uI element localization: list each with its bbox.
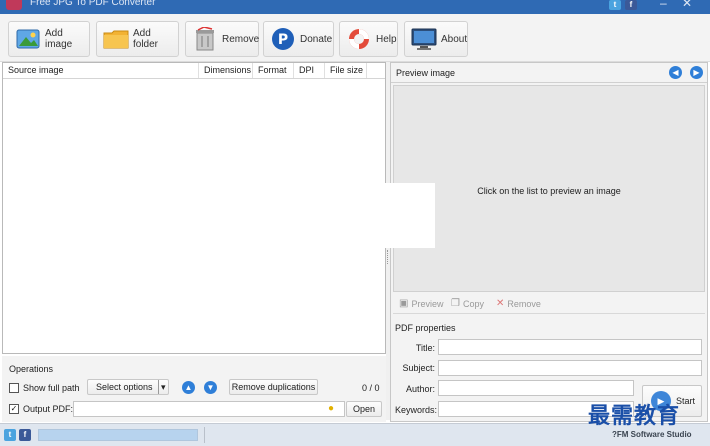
open-button[interactable]: Open xyxy=(346,401,382,417)
svg-text:P: P xyxy=(278,32,288,48)
show-full-path-checkbox[interactable] xyxy=(9,383,19,393)
preview-heading: Preview image xyxy=(396,68,456,78)
paypal-icon: P xyxy=(270,26,296,52)
move-down-button[interactable]: ▼ xyxy=(204,381,217,394)
pdf-properties-heading: PDF properties xyxy=(395,323,456,333)
preview-panel: Preview image ◀ ▶ Click on the list to p… xyxy=(390,62,708,422)
keywords-label: Keywords: xyxy=(395,405,438,415)
select-options-button[interactable]: Select options ▾ xyxy=(87,379,169,395)
toolbar: Add image Add folder Remove P Donate Hel… xyxy=(0,14,710,62)
window-title: Free JPG To PDF Converter xyxy=(30,0,156,8)
output-pdf-label: Output PDF: xyxy=(23,404,74,414)
watermark-text: 最需教育 xyxy=(588,404,681,429)
title-label: Title: xyxy=(415,343,435,353)
preview-button[interactable]: ▣ Preview xyxy=(399,298,443,309)
twitter-icon[interactable]: t xyxy=(4,429,16,441)
show-full-path-label: Show full path xyxy=(23,383,80,393)
copy-button[interactable]: ❐ Copy xyxy=(451,298,484,309)
file-count: 0 / 0 xyxy=(362,383,380,393)
preview-message: Click on the list to preview an image xyxy=(477,186,621,196)
minimize-button[interactable]: – xyxy=(660,0,667,10)
column-dpi[interactable]: DPI xyxy=(294,63,325,78)
donate-button[interactable]: P Donate xyxy=(263,21,334,57)
image-icon xyxy=(15,26,41,52)
preview-toolbar: ▣ Preview ❐ Copy ✕ Remove xyxy=(393,294,705,314)
monitor-icon xyxy=(411,26,437,52)
preview-area: Click on the list to preview an image xyxy=(393,85,705,292)
copy-icon: ❐ xyxy=(451,298,460,309)
close-button[interactable]: ✕ xyxy=(682,0,692,10)
file-list-header: Source image Dimensions Format DPI File … xyxy=(3,63,385,79)
column-source-image[interactable]: Source image xyxy=(3,63,199,78)
operations-heading: Operations xyxy=(9,364,54,374)
studio-label: ?FM Software Studio xyxy=(612,430,692,439)
next-image-button[interactable]: ▶ xyxy=(690,66,703,79)
remove-button[interactable]: Remove xyxy=(185,21,259,57)
remove-duplications-button[interactable]: Remove duplications xyxy=(229,379,318,395)
output-pdf-input[interactable] xyxy=(73,401,345,417)
browse-folder-icon[interactable]: ● xyxy=(328,403,340,415)
operations-panel: Operations Show full path Select options… xyxy=(2,356,386,422)
app-icon xyxy=(6,0,22,10)
facebook-icon[interactable]: f xyxy=(19,429,31,441)
help-button[interactable]: Help xyxy=(339,21,398,57)
author-input[interactable] xyxy=(438,380,634,396)
preview-icon: ▣ xyxy=(399,298,409,309)
output-pdf-checkbox[interactable]: ✓ xyxy=(9,404,19,414)
author-label: Author: xyxy=(405,384,435,394)
trash-icon xyxy=(192,26,218,52)
column-file-size[interactable]: File size xyxy=(325,63,367,78)
lifebuoy-icon xyxy=(346,26,372,52)
chevron-down-icon[interactable]: ▾ xyxy=(158,380,166,394)
preview-header: Preview image ◀ ▶ xyxy=(391,63,707,83)
title-input[interactable] xyxy=(438,339,702,355)
about-button[interactable]: About xyxy=(404,21,468,57)
progress-bar xyxy=(38,429,198,441)
add-folder-button[interactable]: Add folder xyxy=(96,21,179,57)
title-bar: Free JPG To PDF Converter t f – ✕ xyxy=(0,0,710,14)
close-icon: ✕ xyxy=(496,298,505,309)
folder-icon xyxy=(103,26,129,52)
column-format[interactable]: Format xyxy=(253,63,294,78)
move-up-button[interactable]: ▲ xyxy=(182,381,195,394)
column-dimensions[interactable]: Dimensions xyxy=(199,63,253,78)
facebook-icon[interactable]: f xyxy=(625,0,637,10)
remove-preview-button[interactable]: ✕ Remove xyxy=(496,298,541,309)
twitter-icon[interactable]: t xyxy=(609,0,621,10)
add-image-button[interactable]: Add image xyxy=(8,21,90,57)
previous-image-button[interactable]: ◀ xyxy=(669,66,682,79)
subject-input[interactable] xyxy=(438,360,702,376)
subject-label: Subject: xyxy=(402,363,435,373)
